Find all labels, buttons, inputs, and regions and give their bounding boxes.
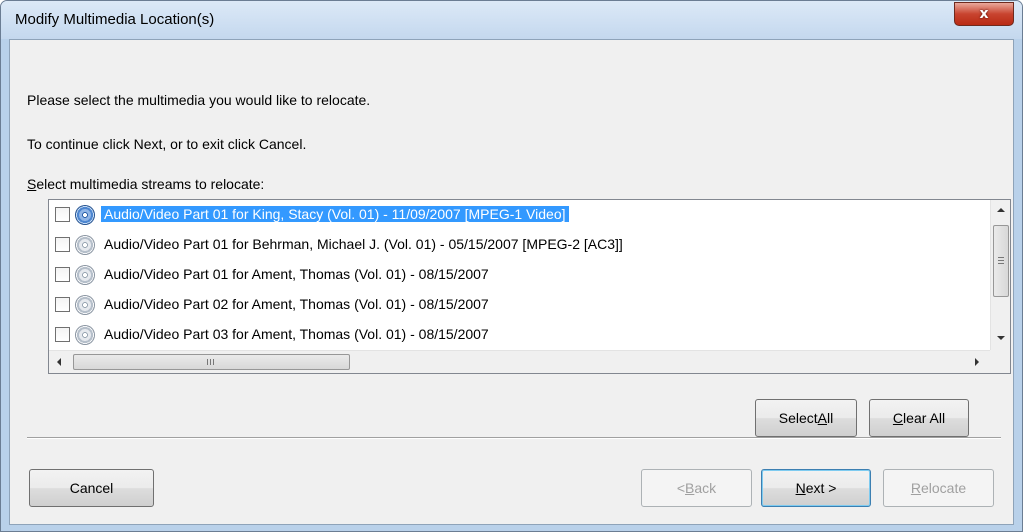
instruction-select: Please select the multimedia you would l…	[27, 92, 371, 108]
streams-listbox[interactable]: Audio/Video Part 01 for King, Stacy (Vol…	[48, 199, 1011, 374]
scroll-up-arrow-icon[interactable]	[997, 208, 1005, 212]
footer-separator	[27, 437, 1001, 439]
clear-all-label-post: lear All	[903, 410, 946, 426]
list-item[interactable]: Audio/Video Part 01 for King, Stacy (Vol…	[49, 200, 973, 230]
next-button[interactable]: Next >	[761, 469, 871, 507]
list-label-text: elect multimedia streams to relocate:	[36, 176, 265, 192]
stream-checkbox[interactable]	[55, 297, 70, 312]
back-label-pre: <	[676, 480, 686, 496]
vertical-scrollbar[interactable]	[990, 200, 1010, 350]
select-all-button[interactable]: Select All	[755, 399, 857, 437]
select-all-label-pre: Select	[778, 410, 818, 426]
stream-label: Audio/Video Part 02 for Ament, Thomas (V…	[104, 296, 489, 312]
stream-checkbox[interactable]	[55, 207, 70, 222]
cancel-button[interactable]: Cancel	[29, 469, 154, 507]
stream-label: Audio/Video Part 03 for Ament, Thomas (V…	[104, 326, 489, 342]
scrollbar-corner	[990, 350, 1010, 373]
dialog-window: Modify Multimedia Location(s) x Please s…	[0, 0, 1023, 532]
list-item[interactable]: Audio/Video Part 01 for Ament, Thomas (V…	[49, 260, 973, 290]
select-all-accel: A	[817, 410, 828, 426]
relocate-label-post: elocate	[920, 480, 967, 496]
instruction-continue: To continue click Next, or to exit click…	[27, 136, 307, 152]
list-item[interactable]: Audio/Video Part 01 for Behrman, Michael…	[49, 230, 973, 260]
scroll-left-arrow-icon[interactable]	[57, 358, 61, 366]
scroll-right-arrow-icon[interactable]	[975, 358, 979, 366]
next-label-post: ext >	[805, 480, 837, 496]
disc-icon	[75, 235, 95, 255]
vertical-scroll-thumb[interactable]	[993, 225, 1009, 297]
clear-all-accel: C	[892, 410, 904, 426]
horizontal-scroll-thumb[interactable]	[73, 354, 350, 370]
list-label-accel: S	[27, 176, 37, 192]
list-item[interactable]: Audio/Video Part 03 for Ament, Thomas (V…	[49, 320, 973, 350]
stream-label: Audio/Video Part 01 for Ament, Thomas (V…	[104, 266, 489, 282]
back-accel: B	[685, 480, 695, 496]
back-label-post: ack	[694, 480, 717, 496]
disc-icon	[75, 325, 95, 345]
list-item[interactable]: Audio/Video Part 02 for Ament, Thomas (V…	[49, 290, 973, 320]
stream-checkbox[interactable]	[55, 327, 70, 342]
next-accel: N	[795, 480, 806, 496]
back-button[interactable]: < Back	[641, 469, 752, 507]
disc-icon	[75, 265, 95, 285]
window-title: Modify Multimedia Location(s)	[15, 11, 215, 28]
clear-all-button[interactable]: Clear All	[869, 399, 969, 437]
close-button[interactable]: x	[954, 2, 1014, 26]
stream-checkbox[interactable]	[55, 267, 70, 282]
disc-icon	[75, 205, 95, 225]
disc-icon	[75, 295, 95, 315]
dialog-client-area: Please select the multimedia you would l…	[9, 39, 1014, 525]
stream-checkbox[interactable]	[55, 237, 70, 252]
stream-label: Audio/Video Part 01 for King, Stacy (Vol…	[100, 205, 570, 223]
relocate-button[interactable]: Relocate	[883, 469, 994, 507]
relocate-accel: R	[910, 480, 921, 496]
select-all-label-post: ll	[827, 410, 834, 426]
close-icon: x	[979, 6, 989, 22]
scroll-down-arrow-icon[interactable]	[997, 336, 1005, 340]
stream-label: Audio/Video Part 01 for Behrman, Michael…	[104, 236, 623, 252]
streams-list: Audio/Video Part 01 for King, Stacy (Vol…	[49, 200, 973, 350]
horizontal-scrollbar[interactable]	[49, 350, 990, 373]
title-bar[interactable]: Modify Multimedia Location(s) x	[1, 1, 1022, 39]
list-label: Select multimedia streams to relocate:	[27, 176, 264, 192]
